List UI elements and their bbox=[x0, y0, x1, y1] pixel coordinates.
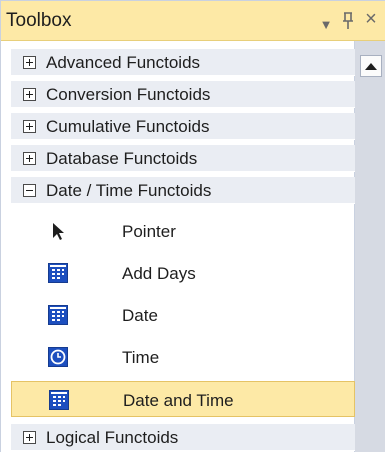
expand-plus-icon[interactable] bbox=[23, 431, 36, 444]
calendar-clock-icon bbox=[49, 390, 69, 410]
category-cumulative-functoids[interactable]: Cumulative Functoids bbox=[11, 113, 355, 140]
category-logical-functoids[interactable]: Logical Functoids bbox=[11, 424, 355, 451]
tool-item-pointer[interactable]: Pointer bbox=[11, 213, 355, 249]
calendar-grid-icon bbox=[48, 305, 68, 325]
pin-icon[interactable] bbox=[337, 9, 359, 33]
pointer-arrow-icon bbox=[48, 221, 68, 241]
toolbox-list: Advanced Functoids Conversion Functoids … bbox=[1, 41, 355, 452]
tool-item-label: Date and Time bbox=[123, 391, 234, 410]
category-label: Database Functoids bbox=[46, 149, 198, 168]
category-label: Cumulative Functoids bbox=[46, 117, 210, 136]
category-date-time-functoids[interactable]: Date / Time Functoids bbox=[11, 177, 355, 204]
expand-plus-icon[interactable] bbox=[23, 120, 36, 133]
close-icon[interactable]: × bbox=[360, 7, 382, 31]
toolbox-titlebar[interactable]: Toolbox ▼ × bbox=[1, 1, 385, 41]
tool-item-label: Add Days bbox=[122, 264, 196, 283]
scroll-up-button[interactable] bbox=[360, 55, 382, 77]
vertical-scrollbar[interactable] bbox=[355, 41, 385, 452]
expand-plus-icon[interactable] bbox=[23, 152, 36, 165]
category-label: Advanced Functoids bbox=[46, 53, 201, 72]
tool-item-date-and-time[interactable]: Date and Time bbox=[11, 381, 355, 417]
expand-plus-icon[interactable] bbox=[23, 88, 36, 101]
tool-item-time[interactable]: Time bbox=[11, 339, 355, 375]
expand-plus-icon[interactable] bbox=[23, 56, 36, 69]
clock-icon bbox=[48, 347, 68, 367]
toolbox-title: Toolbox bbox=[6, 10, 72, 31]
tool-item-label: Pointer bbox=[122, 222, 176, 241]
up-arrow-icon bbox=[365, 62, 377, 70]
tool-item-label: Date bbox=[122, 306, 158, 325]
category-label: Conversion Functoids bbox=[46, 85, 211, 104]
toolbox-window: Toolbox ▼ × Advanced Functoids Conversio… bbox=[0, 0, 385, 452]
calendar-add-icon bbox=[48, 263, 68, 283]
collapse-minus-icon[interactable] bbox=[23, 184, 36, 197]
category-advanced-functoids[interactable]: Advanced Functoids bbox=[11, 49, 355, 76]
category-label: Date / Time Functoids bbox=[46, 181, 212, 200]
tool-item-add-days[interactable]: Add Days bbox=[11, 255, 355, 291]
category-database-functoids[interactable]: Database Functoids bbox=[11, 145, 355, 172]
dropdown-arrow-icon[interactable]: ▼ bbox=[315, 12, 337, 36]
category-label: Logical Functoids bbox=[46, 428, 179, 447]
tool-item-date[interactable]: Date bbox=[11, 297, 355, 333]
scroll-track[interactable] bbox=[360, 79, 382, 452]
tool-item-label: Time bbox=[122, 348, 160, 367]
category-conversion-functoids[interactable]: Conversion Functoids bbox=[11, 81, 355, 108]
